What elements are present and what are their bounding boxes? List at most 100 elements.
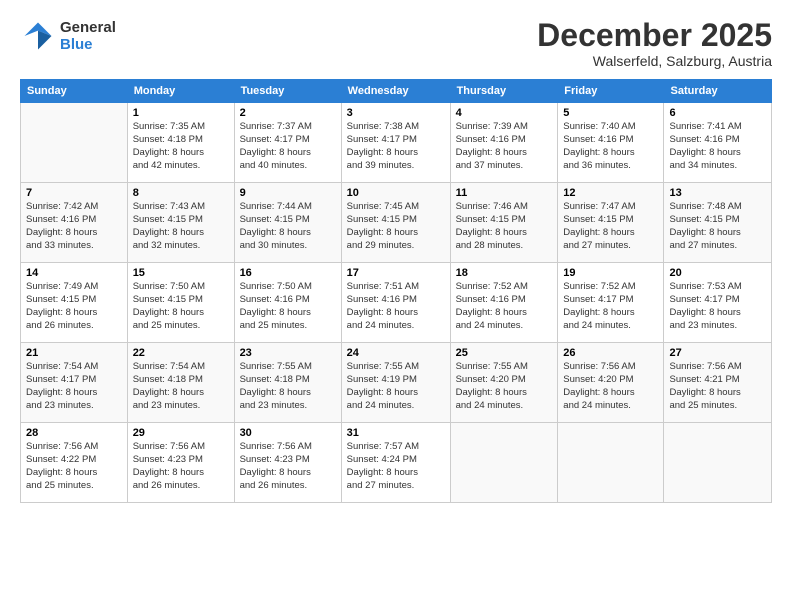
- day-info: Sunrise: 7:52 AMSunset: 4:17 PMDaylight:…: [563, 281, 658, 332]
- day-number: 28: [26, 427, 122, 439]
- calendar-cell: 25Sunrise: 7:55 AMSunset: 4:20 PMDayligh…: [450, 343, 558, 423]
- day-info: Sunrise: 7:54 AMSunset: 4:17 PMDaylight:…: [26, 361, 122, 412]
- calendar-week-row: 21Sunrise: 7:54 AMSunset: 4:17 PMDayligh…: [21, 343, 772, 423]
- calendar-table: SundayMondayTuesdayWednesdayThursdayFrid…: [20, 79, 772, 503]
- header-thursday: Thursday: [450, 80, 558, 103]
- calendar-header-row: SundayMondayTuesdayWednesdayThursdayFrid…: [21, 80, 772, 103]
- calendar-cell: 2Sunrise: 7:37 AMSunset: 4:17 PMDaylight…: [234, 103, 341, 183]
- calendar-cell: 4 Sunrise: 7:39 AMSunset: 4:16 PMDaylight…: [450, 103, 558, 183]
- day-number: 20: [669, 267, 766, 279]
- day-number: 23: [240, 347, 336, 359]
- day-number: 30: [240, 427, 336, 439]
- calendar-cell: 15 Sunrise: 7:50 AMSunset: 4:15 PMDayligh…: [127, 263, 234, 343]
- day-info: Sunrise: 7:56 AMSunset: 4:21 PMDaylight:…: [669, 361, 766, 412]
- calendar-cell: 16 Sunrise: 7:50 AMSunset: 4:16 PMDayligh…: [234, 263, 341, 343]
- calendar-cell: [664, 423, 772, 503]
- day-info: Sunrise: 7:42 AMSunset: 4:16 PMDaylight:…: [26, 201, 122, 252]
- day-info: Sunrise: 7:50 AMSunset: 4:16 PMDaylight:…: [240, 281, 336, 332]
- day-info: Sunrise: 7:55 AMSunset: 4:20 PMDaylight:…: [456, 361, 553, 412]
- calendar-cell: 5 Sunrise: 7:40 AMSunset: 4:16 PMDaylight…: [558, 103, 664, 183]
- calendar-cell: 9 Sunrise: 7:44 AMSunset: 4:15 PMDaylight…: [234, 183, 341, 263]
- day-number: 7: [26, 187, 122, 199]
- day-info: Sunrise: 7:50 AMSunset: 4:15 PMDaylight:…: [133, 281, 229, 332]
- main-title: December 2025: [537, 18, 772, 53]
- day-info: Sunrise: 7:48 AMSunset: 4:15 PMDaylight:…: [669, 201, 766, 252]
- day-info: Sunrise: 7:52 AMSunset: 4:16 PMDaylight:…: [456, 281, 553, 332]
- day-info: Sunrise: 7:45 AMSunset: 4:15 PMDaylight:…: [347, 201, 445, 252]
- day-number: 9: [240, 187, 336, 199]
- calendar-cell: 8 Sunrise: 7:43 AMSunset: 4:15 PMDaylight…: [127, 183, 234, 263]
- calendar-cell: 11Sunrise: 7:46 AMSunset: 4:15 PMDayligh…: [450, 183, 558, 263]
- day-number: 15: [133, 267, 229, 279]
- calendar-cell: 21Sunrise: 7:54 AMSunset: 4:17 PMDayligh…: [21, 343, 128, 423]
- calendar-cell: 1Sunrise: 7:35 AMSunset: 4:18 PMDaylight…: [127, 103, 234, 183]
- day-info: Sunrise: 7:56 AMSunset: 4:23 PMDaylight:…: [133, 441, 229, 492]
- calendar-cell: 13 Sunrise: 7:48 AMSunset: 4:15 PMDayligh…: [664, 183, 772, 263]
- calendar-cell: 17Sunrise: 7:51 AMSunset: 4:16 PMDayligh…: [341, 263, 450, 343]
- header-monday: Monday: [127, 80, 234, 103]
- day-info: Sunrise: 7:44 AMSunset: 4:15 PMDaylight:…: [240, 201, 336, 252]
- calendar-week-row: 7 Sunrise: 7:42 AMSunset: 4:16 PMDaylight…: [21, 183, 772, 263]
- calendar-cell: 10 Sunrise: 7:45 AMSunset: 4:15 PMDayligh…: [341, 183, 450, 263]
- day-info: Sunrise: 7:53 AMSunset: 4:17 PMDaylight:…: [669, 281, 766, 332]
- calendar-cell: 20 Sunrise: 7:53 AMSunset: 4:17 PMDayligh…: [664, 263, 772, 343]
- header-sunday: Sunday: [21, 80, 128, 103]
- day-info: Sunrise: 7:49 AMSunset: 4:15 PMDaylight:…: [26, 281, 122, 332]
- logo-text: General Blue: [60, 19, 116, 53]
- day-number: 26: [563, 347, 658, 359]
- calendar-week-row: 1Sunrise: 7:35 AMSunset: 4:18 PMDaylight…: [21, 103, 772, 183]
- calendar-cell: 23Sunrise: 7:55 AMSunset: 4:18 PMDayligh…: [234, 343, 341, 423]
- header-tuesday: Tuesday: [234, 80, 341, 103]
- day-number: 19: [563, 267, 658, 279]
- day-number: 10: [347, 187, 445, 199]
- day-number: 14: [26, 267, 122, 279]
- header-friday: Friday: [558, 80, 664, 103]
- day-info: Sunrise: 7:54 AMSunset: 4:18 PMDaylight:…: [133, 361, 229, 412]
- day-info: Sunrise: 7:43 AMSunset: 4:15 PMDaylight:…: [133, 201, 229, 252]
- calendar-cell: 27 Sunrise: 7:56 AMSunset: 4:21 PMDayligh…: [664, 343, 772, 423]
- calendar-cell: 19 Sunrise: 7:52 AMSunset: 4:17 PMDayligh…: [558, 263, 664, 343]
- day-number: 4: [456, 107, 553, 119]
- calendar-cell: [558, 423, 664, 503]
- calendar-cell: 7 Sunrise: 7:42 AMSunset: 4:16 PMDaylight…: [21, 183, 128, 263]
- day-number: 27: [669, 347, 766, 359]
- calendar-cell: 28Sunrise: 7:56 AMSunset: 4:22 PMDayligh…: [21, 423, 128, 503]
- day-number: 12: [563, 187, 658, 199]
- day-number: 5: [563, 107, 658, 119]
- calendar-cell: 22 Sunrise: 7:54 AMSunset: 4:18 PMDayligh…: [127, 343, 234, 423]
- calendar-cell: 6Sunrise: 7:41 AMSunset: 4:16 PMDaylight…: [664, 103, 772, 183]
- title-block: December 2025 Walserfeld, Salzburg, Aust…: [537, 18, 772, 69]
- calendar-cell: [450, 423, 558, 503]
- day-number: 16: [240, 267, 336, 279]
- calendar-cell: 18Sunrise: 7:52 AMSunset: 4:16 PMDayligh…: [450, 263, 558, 343]
- day-info: Sunrise: 7:38 AMSunset: 4:17 PMDaylight:…: [347, 121, 445, 172]
- calendar-cell: 31 Sunrise: 7:57 AMSunset: 4:24 PMDayligh…: [341, 423, 450, 503]
- calendar-week-row: 14 Sunrise: 7:49 AMSunset: 4:15 PMDayligh…: [21, 263, 772, 343]
- day-number: 3: [347, 107, 445, 119]
- header-wednesday: Wednesday: [341, 80, 450, 103]
- day-number: 29: [133, 427, 229, 439]
- day-number: 11: [456, 187, 553, 199]
- day-info: Sunrise: 7:57 AMSunset: 4:24 PMDaylight:…: [347, 441, 445, 492]
- calendar-cell: 14 Sunrise: 7:49 AMSunset: 4:15 PMDayligh…: [21, 263, 128, 343]
- header: General Blue December 2025 Walserfeld, S…: [20, 18, 772, 69]
- day-number: 17: [347, 267, 445, 279]
- day-number: 8: [133, 187, 229, 199]
- day-number: 22: [133, 347, 229, 359]
- day-info: Sunrise: 7:39 AMSunset: 4:16 PMDaylight:…: [456, 121, 553, 172]
- day-info: Sunrise: 7:56 AMSunset: 4:23 PMDaylight:…: [240, 441, 336, 492]
- day-number: 1: [133, 107, 229, 119]
- day-info: Sunrise: 7:40 AMSunset: 4:16 PMDaylight:…: [563, 121, 658, 172]
- day-number: 31: [347, 427, 445, 439]
- page: General Blue December 2025 Walserfeld, S…: [0, 0, 792, 612]
- subtitle: Walserfeld, Salzburg, Austria: [537, 53, 772, 69]
- day-info: Sunrise: 7:47 AMSunset: 4:15 PMDaylight:…: [563, 201, 658, 252]
- day-number: 13: [669, 187, 766, 199]
- day-info: Sunrise: 7:56 AMSunset: 4:20 PMDaylight:…: [563, 361, 658, 412]
- day-number: 6: [669, 107, 766, 119]
- calendar-cell: 3 Sunrise: 7:38 AMSunset: 4:17 PMDaylight…: [341, 103, 450, 183]
- calendar-cell: 26 Sunrise: 7:56 AMSunset: 4:20 PMDayligh…: [558, 343, 664, 423]
- calendar-cell: 24Sunrise: 7:55 AMSunset: 4:19 PMDayligh…: [341, 343, 450, 423]
- day-number: 2: [240, 107, 336, 119]
- calendar-cell: 29 Sunrise: 7:56 AMSunset: 4:23 PMDayligh…: [127, 423, 234, 503]
